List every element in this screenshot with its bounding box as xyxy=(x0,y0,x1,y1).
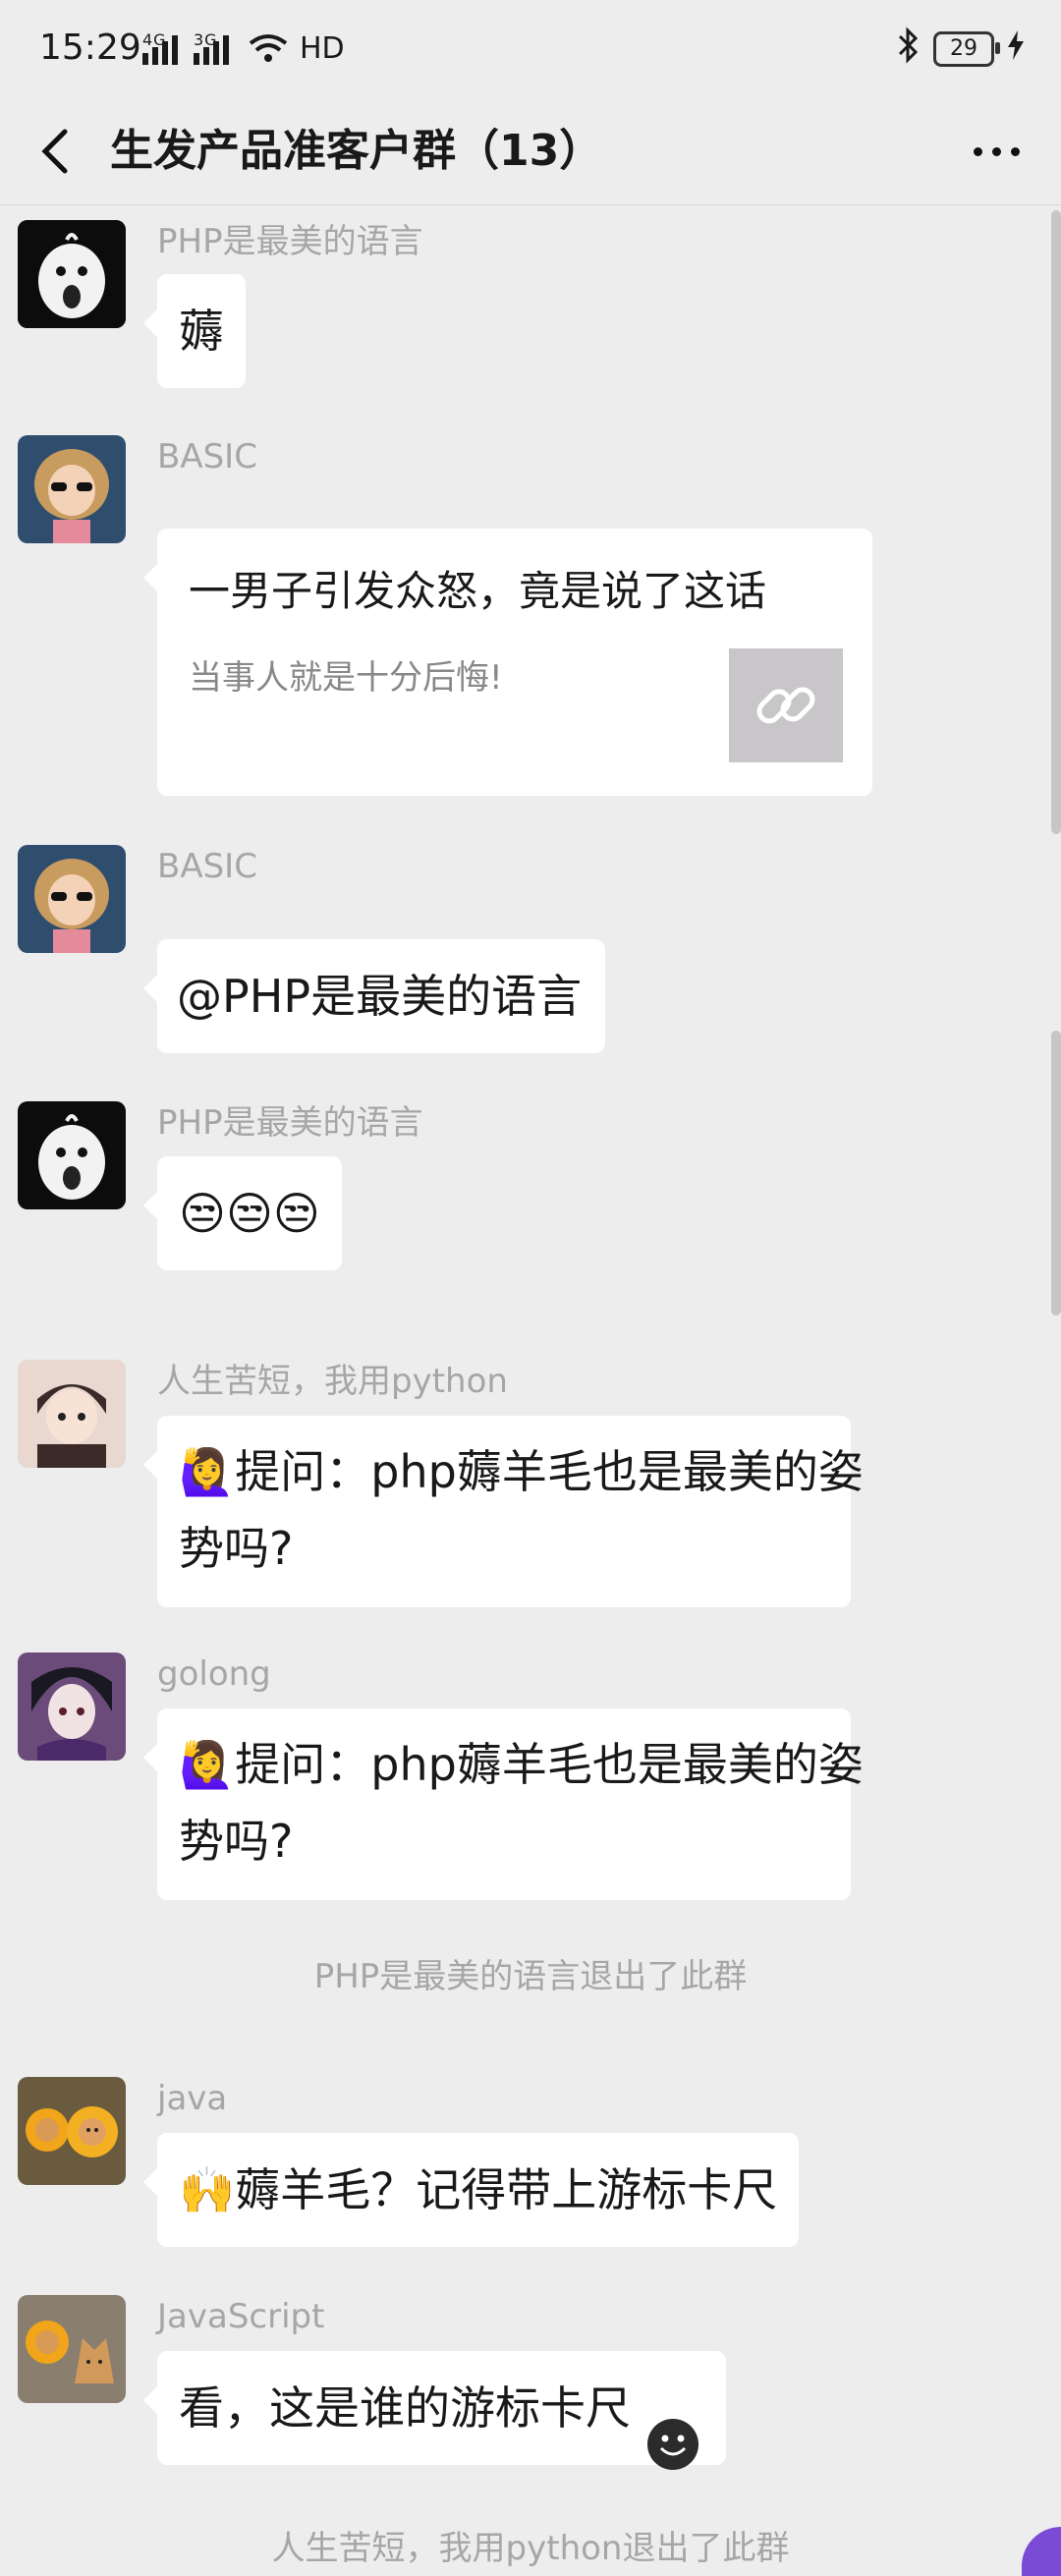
message-bubble[interactable]: 🙋‍♀️提问：php薅羊毛也是最美的姿 势吗? xyxy=(143,1416,864,1607)
status-time: 15:29 xyxy=(39,28,141,68)
message-bubble[interactable]: 🙋‍♀️提问：php薅羊毛也是最美的姿 势吗? xyxy=(143,1708,864,1900)
avatar[interactable] xyxy=(18,1652,126,1761)
avatar[interactable] xyxy=(18,2295,126,2403)
message-text: 势吗? xyxy=(179,1522,294,1575)
message-sender: golong xyxy=(157,1654,271,1694)
system-message: PHP是最美的语言退出了此群 xyxy=(313,1957,748,1996)
avatar[interactable] xyxy=(18,435,126,543)
link-description: 当事人就是十分后悔! xyxy=(189,658,503,698)
smiling-face-emoji-icon xyxy=(645,2384,700,2470)
message-sender: PHP是最美的语言 xyxy=(157,1103,423,1143)
avatar[interactable] xyxy=(18,2077,126,2185)
more-dot-icon xyxy=(1010,146,1020,156)
more-options-button[interactable] xyxy=(967,122,1026,181)
avatar[interactable] xyxy=(18,220,126,328)
link-card[interactable]: 一男子引发众怒，竟是说了这话 当事人就是十分后悔! xyxy=(143,529,872,796)
message-bubble[interactable]: 🙌薅羊毛？记得带上游标卡尺 xyxy=(142,2133,800,2247)
message-text: 看，这是谁的游标卡尺 xyxy=(179,2381,631,2435)
avatar[interactable] xyxy=(18,1360,126,1468)
message-bubble[interactable]: @PHP是最美的语言 xyxy=(142,939,606,1053)
message-bubble[interactable]: 看，这是谁的游标卡尺 xyxy=(143,2351,726,2470)
battery-icon: 29 xyxy=(933,30,1000,67)
message-bubble[interactable]: 薅 xyxy=(143,274,246,388)
message-text: 薅 xyxy=(179,305,224,358)
message-sender: PHP是最美的语言 xyxy=(157,222,423,261)
chat-header: 生发产品准客户群（13） xyxy=(0,98,1061,205)
network-signal-icon: 4G 3G xyxy=(142,28,398,79)
message-sender: 人生苦短，我用python xyxy=(157,1362,508,1401)
avatar[interactable] xyxy=(18,1101,126,1209)
more-dot-icon xyxy=(991,146,1001,156)
message-text: 势吗? xyxy=(179,1815,294,1868)
message-text: 🙋‍♀️提问：php薅羊毛也是最美的姿 xyxy=(179,1445,864,1498)
battery-level: 29 xyxy=(950,36,977,61)
wifi-hd-label: HD xyxy=(300,31,345,66)
scrollbar[interactable] xyxy=(1051,210,1061,834)
message-sender: JavaScript xyxy=(157,2297,325,2336)
more-dot-icon xyxy=(973,146,982,156)
system-message: 人生苦短，我用python退出了此群 xyxy=(271,2529,790,2568)
link-icon xyxy=(756,687,815,724)
bluetooth-icon xyxy=(896,26,921,72)
message-text: 🙌薅羊毛？记得带上游标卡尺 xyxy=(179,2163,778,2216)
link-thumbnail xyxy=(729,648,843,762)
back-button[interactable] xyxy=(33,122,81,181)
avatar[interactable] xyxy=(18,845,126,953)
message-sender: BASIC xyxy=(157,847,257,886)
link-title: 一男子引发众怒，竟是说了这话 xyxy=(189,567,767,615)
chat-message-list[interactable]: PHP是最美的语言 薅 BASIC 一男子引发众怒，竟是说了这话 当事人就是十分… xyxy=(0,205,1061,2576)
message-text: 😒😒😒 xyxy=(179,1187,320,1240)
charging-icon xyxy=(1006,28,1026,69)
chevron-left-icon xyxy=(41,129,68,174)
message-text: 🙋‍♀️提问：php薅羊毛也是最美的姿 xyxy=(179,1738,864,1791)
chat-title: 生发产品准客户群（13） xyxy=(110,126,603,176)
scrollbar[interactable] xyxy=(1051,1031,1061,1316)
message-bubble[interactable]: 😒😒😒 xyxy=(143,1156,342,1270)
message-sender: BASIC xyxy=(157,437,257,476)
message-text: @PHP是最美的语言 xyxy=(177,970,583,1023)
status-bar: 15:29 4G 3G HD 29 xyxy=(0,0,1061,98)
message-sender: java xyxy=(157,2079,228,2118)
